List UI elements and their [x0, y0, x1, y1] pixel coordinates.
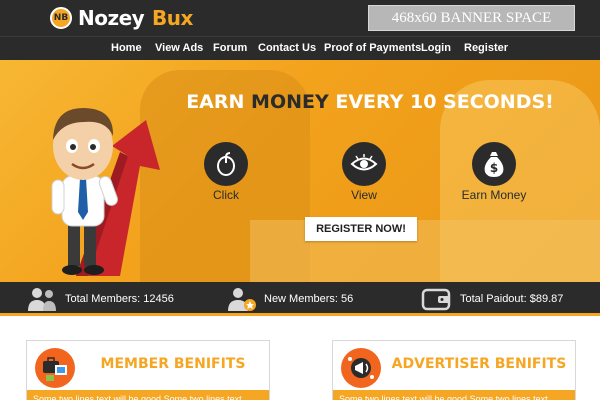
- logo-name-part1: Nozey: [78, 6, 145, 30]
- hero-section: EARN MONEY EVERY 10 SECONDS! Click View: [0, 60, 600, 282]
- member-benefits-text: Some two lines text will be good Some tw…: [27, 390, 269, 400]
- feature-earn-money: $ Earn Money: [444, 142, 544, 202]
- feature-label: Earn Money: [461, 188, 527, 202]
- mascot-businessman-illustration: [51, 108, 160, 276]
- stat-new-members-text: New Members: 56: [264, 293, 354, 305]
- register-now-button[interactable]: REGISTER NOW!: [305, 217, 417, 241]
- banner-space[interactable]: 468x60 BANNER SPACE: [368, 5, 575, 31]
- site-header: NB Nozey Bux 468x60 BANNER SPACE: [0, 0, 600, 36]
- hero-background-photo: [250, 220, 600, 282]
- logo-name-part2: Bux: [152, 6, 193, 30]
- wallet-icon: [421, 288, 451, 311]
- nav-view-ads[interactable]: View Ads: [155, 37, 203, 59]
- hero-headline-accent: MONEY: [251, 91, 329, 113]
- stat-total-members-text: Total Members: 12456: [65, 293, 174, 305]
- svg-text:$: $: [490, 161, 498, 175]
- stat-total-paidout-text: Total Paidout: $89.87: [460, 293, 564, 305]
- nav-proof-of-payments[interactable]: Proof of Payments: [324, 37, 421, 59]
- stat-new-members: New Members: 56: [224, 285, 353, 313]
- money-bag-icon: $: [472, 142, 516, 186]
- users-group-icon: [28, 288, 56, 311]
- stat-total-paidout: Total Paidout: $89.87: [420, 285, 563, 313]
- member-briefcase-icon: [35, 348, 75, 388]
- member-benefits-title: MEMBER BENIFITS: [100, 356, 246, 372]
- feature-view: View: [314, 142, 414, 202]
- nav-forum[interactable]: Forum: [213, 37, 247, 59]
- nav-register[interactable]: Register: [464, 37, 508, 59]
- advertiser-benefits-text: Some two lines text will be good Some tw…: [333, 390, 575, 400]
- site-logo[interactable]: NB Nozey Bux: [50, 5, 193, 31]
- feature-click: Click: [176, 142, 276, 202]
- new-user-icon: [228, 288, 256, 311]
- feature-label: Click: [213, 188, 239, 202]
- nav-contact-us[interactable]: Contact Us: [258, 37, 316, 59]
- hero-headline-start: EARN: [186, 91, 252, 113]
- nav-home[interactable]: Home: [111, 37, 142, 59]
- eye-icon: [342, 142, 386, 186]
- feature-label: View: [351, 188, 377, 202]
- stats-bar: Total Members: 12456 New Members: 56 Tot…: [0, 282, 600, 316]
- hero-headline-end: EVERY 10 SECONDS!: [328, 91, 554, 113]
- mouse-icon: [204, 142, 248, 186]
- advertiser-benefits-card: ADVERTISER BENIFITS Some two lines text …: [332, 340, 576, 400]
- advertiser-megaphone-icon: [341, 348, 381, 388]
- hero-headline: EARN MONEY EVERY 10 SECONDS!: [150, 91, 590, 113]
- main-nav: Home View Ads Forum Contact Us Proof of …: [0, 36, 600, 60]
- nav-login[interactable]: Login: [421, 37, 451, 59]
- member-benefits-card: MEMBER BENIFITS Some two lines text will…: [26, 340, 270, 400]
- advertiser-benefits-title: ADVERTISER BENIFITS: [391, 356, 567, 372]
- logo-badge: NB: [50, 7, 72, 29]
- stat-total-members: Total Members: 12456: [25, 285, 174, 313]
